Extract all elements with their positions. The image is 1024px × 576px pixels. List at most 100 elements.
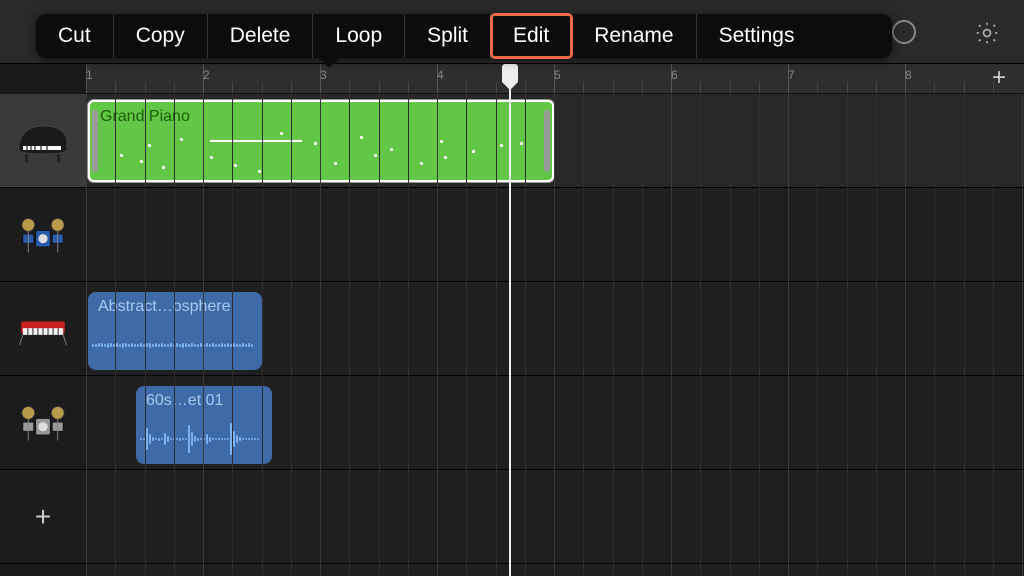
grid-line <box>203 94 204 576</box>
region-label: Abstract…osphere <box>98 298 231 316</box>
menu-item-rename[interactable]: Rename <box>572 14 696 58</box>
grid-line <box>817 94 818 576</box>
ruler-tick-minor <box>174 82 175 93</box>
tracks-area[interactable]: Grand Piano Abstract…osphere <box>86 94 1024 576</box>
ruler-tick-minor <box>730 82 731 93</box>
grid-line <box>232 94 233 576</box>
ruler-tick-minor <box>262 82 263 93</box>
grid-line <box>320 94 321 576</box>
ruler-bar-label: 8 <box>905 68 912 82</box>
grid-line <box>700 94 701 576</box>
grid-line <box>759 94 760 576</box>
plus-icon: + <box>35 501 51 533</box>
settings-gear-icon[interactable] <box>974 20 1000 46</box>
track-header-drums-gray[interactable] <box>0 376 86 470</box>
grid-line <box>1022 94 1023 576</box>
track-header-drums-blue[interactable] <box>0 188 86 282</box>
waveform-preview <box>140 420 268 458</box>
grid-line <box>437 94 438 576</box>
region-context-menu: Cut Copy Delete Loop Split Edit Rename S… <box>36 14 892 58</box>
grid-line <box>876 94 877 576</box>
grid-line <box>408 94 409 576</box>
ruler-bar-label: 3 <box>320 68 327 82</box>
playhead-marker[interactable] <box>502 64 518 82</box>
ruler-tick-minor <box>145 82 146 93</box>
track-header-keyboard-red[interactable] <box>0 282 86 376</box>
grid-line <box>174 94 175 576</box>
add-section-button[interactable]: + <box>988 68 1010 90</box>
ruler-tick-minor <box>993 82 994 93</box>
ruler-tick-minor <box>408 82 409 93</box>
grid-line <box>496 94 497 576</box>
grid-line <box>642 94 643 576</box>
midi-notes-preview <box>90 130 552 174</box>
ruler-tick-minor <box>525 82 526 93</box>
ruler-bar-label: 4 <box>437 68 444 82</box>
ruler-bar-label: 2 <box>203 68 210 82</box>
grid-line <box>583 94 584 576</box>
search-icon[interactable] <box>892 20 916 44</box>
grid-line <box>379 94 380 576</box>
grand-piano-icon <box>13 116 73 166</box>
grid-line <box>115 94 116 576</box>
ruler-tick-minor <box>759 82 760 93</box>
ruler-tick-minor <box>642 82 643 93</box>
ruler-tick-minor <box>115 82 116 93</box>
menu-item-copy[interactable]: Copy <box>114 14 208 58</box>
grid-line <box>554 94 555 576</box>
ruler-tick-minor <box>232 82 233 93</box>
menu-item-cut[interactable]: Cut <box>36 14 114 58</box>
grid-line <box>466 94 467 576</box>
ruler-tick-minor <box>934 82 935 93</box>
ruler-bar-label: 7 <box>788 68 795 82</box>
ruler-bar-label: 6 <box>671 68 678 82</box>
ruler-tick-minor <box>583 82 584 93</box>
ruler-tick-minor <box>379 82 380 93</box>
grid-line <box>788 94 789 576</box>
region-60s-set-01[interactable]: 60s…et 01 <box>136 386 272 464</box>
track-headers-column: + <box>0 94 86 576</box>
grid-line <box>145 94 146 576</box>
grid-line <box>934 94 935 576</box>
grid-line <box>964 94 965 576</box>
track-header-piano[interactable] <box>0 94 86 188</box>
grid-line <box>86 94 87 576</box>
ruler-bar-label: 5 <box>554 68 561 82</box>
region-abstract-atmosphere[interactable]: Abstract…osphere <box>88 292 262 370</box>
ruler-tick-minor <box>496 82 497 93</box>
timeline-ruler[interactable]: + 1 2 3 4 5 6 7 8 <box>86 64 1024 94</box>
grid-line <box>262 94 263 576</box>
ruler-tick-minor <box>291 82 292 93</box>
menu-item-edit[interactable]: Edit <box>491 14 572 58</box>
ruler-tick-minor <box>349 82 350 93</box>
menu-item-split[interactable]: Split <box>405 14 491 58</box>
grid-line <box>993 94 994 576</box>
region-label: 60s…et 01 <box>146 392 223 410</box>
drum-kit-blue-icon <box>13 210 73 260</box>
grid-line <box>349 94 350 576</box>
track-row[interactable] <box>86 188 1024 282</box>
add-track-button[interactable]: + <box>0 470 86 564</box>
grid-line <box>291 94 292 576</box>
grid-line <box>613 94 614 576</box>
grid-line <box>730 94 731 576</box>
ruler-tick-minor <box>964 82 965 93</box>
menu-item-delete[interactable]: Delete <box>208 14 314 58</box>
playhead[interactable] <box>509 64 511 576</box>
grid-line <box>905 94 906 576</box>
region-grand-piano[interactable]: Grand Piano <box>88 100 554 182</box>
grid-line <box>671 94 672 576</box>
track-row[interactable] <box>86 470 1024 564</box>
drum-kit-gray-icon <box>13 398 73 448</box>
ruler-tick-minor <box>613 82 614 93</box>
ruler-tick-minor <box>700 82 701 93</box>
ruler-bar-label: 1 <box>86 68 93 82</box>
grid-line <box>525 94 526 576</box>
ruler-tick-minor <box>876 82 877 93</box>
ruler-tick-minor <box>817 82 818 93</box>
grid-line <box>847 94 848 576</box>
ruler-tick-minor <box>466 82 467 93</box>
menu-item-settings[interactable]: Settings <box>697 14 817 58</box>
keyboard-red-icon <box>13 304 73 354</box>
ruler-tick-minor <box>847 82 848 93</box>
